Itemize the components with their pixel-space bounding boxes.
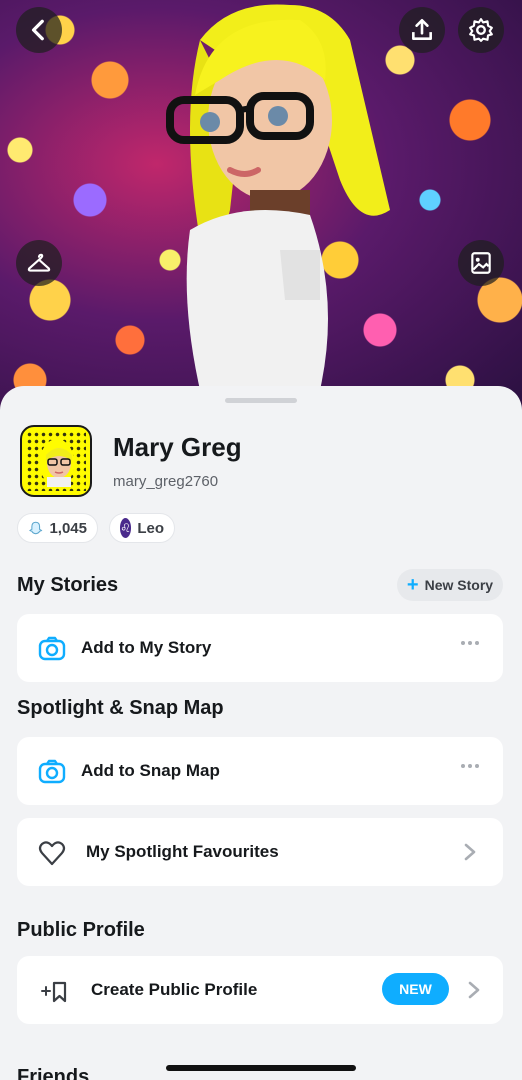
chevron-right-icon	[464, 843, 476, 861]
heart-icon	[38, 841, 66, 866]
snap-score-chip[interactable]: 1,045	[17, 513, 98, 543]
create-public-profile-row[interactable]: Create Public Profile NEW	[17, 956, 503, 1024]
add-to-my-story-label: Add to My Story	[81, 638, 212, 657]
my-stories-heading: My Stories	[17, 574, 119, 596]
snapcode-bitmoji-icon	[40, 439, 74, 487]
ghost-icon	[29, 521, 43, 535]
camera-icon	[38, 759, 66, 784]
home-indicator[interactable]	[166, 1065, 356, 1071]
settings-button[interactable]	[458, 7, 504, 53]
more-options-icon[interactable]	[461, 764, 479, 768]
spotlight-favourites-label: My Spotlight Favourites	[86, 842, 279, 861]
background-button[interactable]	[458, 240, 504, 286]
image-icon	[471, 252, 491, 274]
spotlight-favourites-row[interactable]: My Spotlight Favourites	[17, 818, 503, 886]
outfit-button[interactable]	[16, 240, 62, 286]
display-name: Mary Greg	[113, 432, 242, 462]
bitmoji-hero-banner	[0, 0, 522, 410]
more-options-icon[interactable]	[461, 641, 479, 645]
camera-icon	[38, 636, 66, 661]
profile-sheet: Mary Greg mary_greg2760 1,045 ♌ Leo My S…	[0, 386, 522, 1080]
zodiac-chip[interactable]: ♌ Leo	[109, 513, 175, 543]
sheet-grabber[interactable]	[225, 398, 297, 403]
chevron-right-icon	[468, 981, 480, 999]
snap-score: 1,045	[49, 519, 87, 537]
hanger-icon	[27, 253, 51, 272]
new-story-label: New Story	[424, 577, 494, 593]
back-button[interactable]	[16, 7, 62, 53]
gear-icon	[469, 18, 493, 42]
add-to-snap-map-label: Add to Snap Map	[81, 761, 220, 780]
spotlight-heading: Spotlight & Snap Map	[17, 697, 224, 719]
add-bookmark-icon	[41, 981, 67, 1003]
zodiac-label: Leo	[137, 519, 164, 537]
leo-icon: ♌	[120, 518, 132, 538]
username: mary_greg2760	[113, 473, 219, 490]
plus-icon: +	[406, 574, 419, 596]
snapcode[interactable]	[20, 425, 92, 497]
friends-heading: Friends	[17, 1066, 90, 1080]
bitmoji-avatar	[166, 4, 390, 390]
new-badge: NEW	[382, 973, 449, 1005]
add-to-snap-map-row[interactable]: Add to Snap Map	[17, 737, 503, 805]
upload-icon	[412, 18, 432, 40]
chevron-left-icon	[31, 19, 44, 41]
public-profile-heading: Public Profile	[17, 919, 145, 941]
new-story-button[interactable]: + New Story	[397, 569, 503, 601]
add-to-my-story-row[interactable]: Add to My Story	[17, 614, 503, 682]
create-public-profile-label: Create Public Profile	[91, 980, 258, 999]
share-button[interactable]	[399, 7, 445, 53]
